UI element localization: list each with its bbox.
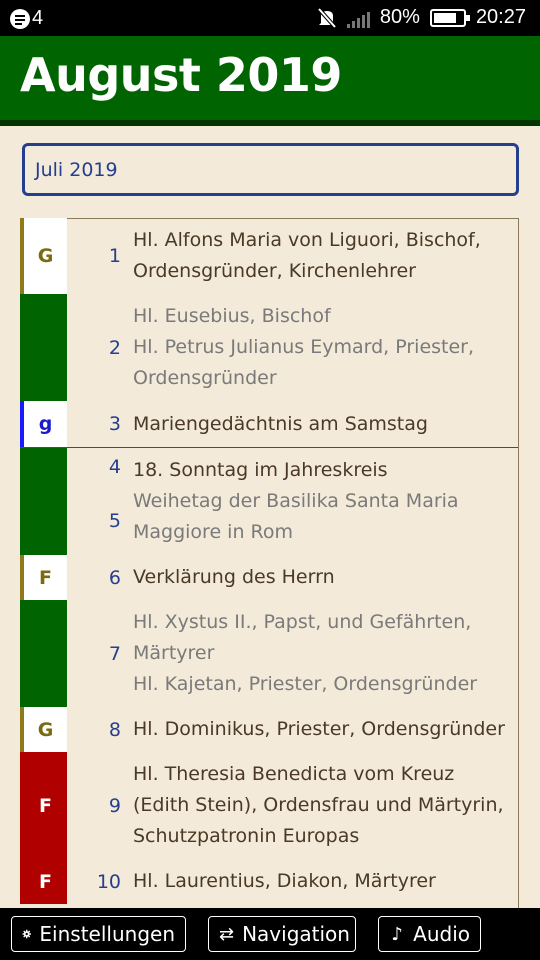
feast-name: Hl. Eusebius, Bischof (133, 305, 331, 327)
notification-icon (10, 8, 30, 29)
day-row[interactable]: 5 Weihetag der Basilika Santa Maria Maggi… (20, 486, 518, 555)
feast-name: Hl. Petrus Julianus Eymard, Priester, Or… (133, 336, 475, 389)
day-number: 5 (108, 509, 121, 532)
page-title: August 2019 (20, 48, 342, 102)
audio-button[interactable]: ♪ Audio (378, 916, 481, 952)
settings-button[interactable]: Einstellungen (11, 916, 186, 952)
day-number: 6 (108, 566, 121, 589)
day-entries: Hl. Xystus II., Papst, und Gefährten, Mä… (133, 600, 518, 707)
feast-name: Hl. Kajetan, Priester, Ordensgründer (133, 673, 478, 695)
mute-icon (317, 7, 337, 28)
day-row[interactable]: F 10 Hl. Laurentius, Diakon, Märtyrer (20, 859, 518, 904)
navigation-label: Navigation (242, 922, 350, 946)
day-number: 9 (108, 794, 121, 817)
feast-name: Hl. Theresia Benedicta vom Kreuz (Edith … (133, 763, 504, 847)
day-row[interactable]: F 9 Hl. Theresia Benedicta vom Kreuz (Edit… (20, 752, 518, 859)
feast-name: Hl. Dominikus, Priester, Ordensgründer (133, 718, 505, 740)
audio-label: Audio (413, 922, 470, 946)
day-row[interactable]: 4 18. Sonntag im Jahreskreis (20, 448, 518, 486)
settings-label: Einstellungen (39, 922, 175, 946)
day-row[interactable]: g 3 Mariengedächtnis am Samstag (20, 401, 518, 448)
liturgical-color-indicator: G (20, 218, 67, 294)
liturgical-color-indicator (20, 294, 67, 401)
day-row[interactable]: G 8 Hl. Dominikus, Priester, Ordensgründer (20, 707, 518, 752)
day-entries: Mariengedächtnis am Samstag (133, 401, 518, 447)
liturgical-color-indicator: G (20, 707, 67, 752)
music-note-icon: ♪ (391, 923, 403, 945)
day-number: 10 (96, 870, 121, 893)
feast-name: Weihetag der Basilika Santa Maria Maggio… (133, 490, 459, 543)
liturgical-color-indicator: F (20, 555, 67, 600)
month-select[interactable]: Juli 2019 (22, 143, 519, 196)
battery-icon (429, 8, 470, 27)
liturgical-color-indicator: F (20, 752, 67, 859)
day-entries: Hl. Eusebius, Bischof Hl. Petrus Julianus… (133, 294, 518, 401)
signal-icon (346, 8, 370, 28)
feast-name: Hl. Laurentius, Diakon, Märtyrer (133, 870, 436, 892)
day-row[interactable]: 2 Hl. Eusebius, Bischof Hl. Petrus Julianu… (20, 294, 518, 401)
liturgical-color-indicator (20, 486, 67, 555)
liturgical-color-indicator: g (20, 401, 67, 447)
day-number: 8 (108, 718, 121, 741)
day-entries: Hl. Laurentius, Diakon, Märtyrer (133, 859, 518, 904)
bottom-toolbar: Einstellungen ⇄ Navigation ♪ Audio (0, 908, 540, 960)
feast-name: Verklärung des Herrn (133, 566, 335, 588)
calendar-day-list[interactable]: G 1 Hl. Alfons Maria von Liguori, Bischof,… (20, 218, 519, 918)
swap-arrows-icon: ⇄ (219, 923, 235, 945)
day-entries: Verklärung des Herrn (133, 555, 518, 600)
clock: 20:27 (475, 6, 526, 28)
navigation-button[interactable]: ⇄ Navigation (208, 916, 356, 952)
day-entries: Hl. Alfons Maria von Liguori, Bischof, O… (133, 218, 518, 294)
feast-name: Mariengedächtnis am Samstag (133, 412, 428, 435)
day-number: 2 (108, 336, 121, 359)
feast-name: Hl. Alfons Maria von Liguori, Bischof, O… (133, 229, 481, 282)
day-entries: Hl. Dominikus, Priester, Ordensgründer (133, 707, 518, 752)
day-entries: Hl. Theresia Benedicta vom Kreuz (Edith … (133, 752, 518, 859)
notification-count: 4 (32, 7, 44, 29)
day-number: 3 (108, 413, 121, 435)
app-header: August 2019 (0, 36, 540, 126)
day-row[interactable]: 7 Hl. Xystus II., Papst, und Gefährten, M… (20, 600, 518, 707)
day-number: 4 (108, 456, 121, 478)
day-number: 7 (108, 642, 121, 665)
battery-percent: 80% (379, 6, 420, 28)
liturgical-color-indicator (20, 448, 67, 486)
day-row[interactable]: F 6 Verklärung des Herrn (20, 555, 518, 600)
status-bar: 4 80% 20:27 (0, 0, 540, 36)
feast-name: 18. Sonntag im Jahreskreis (133, 459, 388, 481)
day-row[interactable]: G 1 Hl. Alfons Maria von Liguori, Bischof,… (20, 218, 518, 294)
liturgical-color-indicator: F (20, 859, 67, 904)
day-entries: 18. Sonntag im Jahreskreis (133, 448, 518, 486)
day-number: 1 (108, 245, 121, 267)
feast-name: Hl. Xystus II., Papst, und Gefährten, Mä… (133, 611, 472, 664)
day-entries: Weihetag der Basilika Santa Maria Maggio… (133, 486, 518, 555)
liturgical-color-indicator (20, 600, 67, 707)
gear-icon (22, 929, 31, 939)
